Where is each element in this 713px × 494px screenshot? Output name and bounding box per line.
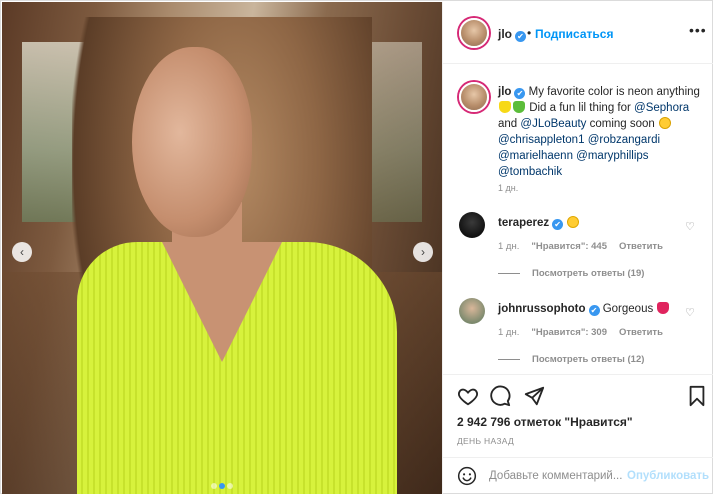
red-heart-emoji-icon xyxy=(657,302,670,314)
author-username[interactable]: jlo ✔ xyxy=(498,27,526,42)
view-replies-button[interactable]: Посмотреть ответы (12) xyxy=(498,354,644,365)
post-date[interactable]: ДЕНЬ НАЗАД xyxy=(457,436,514,446)
photo-neckline xyxy=(162,242,282,362)
post-header: jlo ✔ • Подписаться ••• xyxy=(443,2,713,64)
caption-text-part: Did a fun lil thing for xyxy=(526,102,635,114)
photo-face xyxy=(132,47,252,237)
reply-button[interactable]: Ответить xyxy=(619,241,663,252)
comment-likes-count[interactable]: "Нравится": 309 xyxy=(531,327,607,338)
caption-text: jlo ✔ My favorite color is neon anything … xyxy=(498,84,703,180)
comment-text: Gorgeous xyxy=(602,303,654,315)
carousel-dot xyxy=(227,483,233,489)
post-sidebar: jlo ✔ • Подписаться ••• jlo ✔ My favorite … xyxy=(442,2,713,494)
caption-timestamp[interactable]: 1 дн. xyxy=(498,183,518,193)
author-username-text[interactable]: jlo xyxy=(498,27,512,41)
comment-bubble-icon[interactable] xyxy=(489,385,511,407)
more-options-icon[interactable]: ••• xyxy=(689,22,707,38)
comment-like-heart-icon[interactable]: ♡ xyxy=(685,306,695,319)
add-comment-bar: Опубликовать xyxy=(443,457,713,494)
mention-link[interactable]: @chrisappleton1 xyxy=(498,134,584,146)
carousel-next-button[interactable]: › xyxy=(413,242,433,262)
likes-count[interactable]: 2 942 796 отметок "Нравится" xyxy=(457,415,633,429)
post-photo[interactable]: ‹ › xyxy=(2,2,442,494)
comment-time[interactable]: 1 дн. xyxy=(498,241,519,252)
verified-badge-icon: ✔ xyxy=(515,31,526,42)
follow-button[interactable]: Подписаться xyxy=(535,27,613,41)
heart-eyes-emoji-icon xyxy=(567,216,580,228)
commenter-username[interactable]: teraperez xyxy=(498,217,549,229)
verified-badge-icon: ✔ xyxy=(552,219,564,230)
carousel-dot xyxy=(211,483,217,489)
heart-outline-icon[interactable] xyxy=(457,385,479,407)
mention-link[interactable]: @maryphillips xyxy=(576,150,648,162)
caption-text-part: My favorite color is neon anything xyxy=(525,86,700,98)
carousel-dot-active xyxy=(219,483,225,489)
carousel-prev-button[interactable]: ‹ xyxy=(12,242,32,262)
mention-link[interactable]: @robzangardi xyxy=(588,134,660,146)
smirk-emoji-icon xyxy=(659,117,672,129)
mention-link[interactable]: @Sephora xyxy=(634,102,689,114)
caption-text-part: coming soon xyxy=(586,118,659,130)
view-replies-button[interactable]: Посмотреть ответы (19) xyxy=(498,268,644,279)
comment-body: johnrussophoto ✔ Gorgeous xyxy=(498,302,688,316)
green-heart-icon xyxy=(513,101,525,113)
commenter-avatar[interactable] xyxy=(459,212,485,238)
yellow-heart-icon xyxy=(499,101,511,113)
reply-button[interactable]: Ответить xyxy=(619,327,663,338)
instagram-post-modal: ‹ › jlo ✔ • Подписаться ••• jlo ✔ My favor… xyxy=(0,0,713,494)
carousel-indicator xyxy=(2,480,442,492)
comment-input[interactable] xyxy=(489,467,629,485)
comment-like-heart-icon[interactable]: ♡ xyxy=(685,220,695,233)
comment-meta: 1 дн. "Нравится": 309 Ответить xyxy=(498,327,675,338)
comment-likes-count[interactable]: "Нравится": 445 xyxy=(531,241,607,252)
caption-username[interactable]: jlo xyxy=(498,86,511,98)
caption-avatar[interactable] xyxy=(459,82,489,112)
comment-time[interactable]: 1 дн. xyxy=(498,327,519,338)
publish-comment-button[interactable]: Опубликовать xyxy=(627,470,709,482)
author-avatar[interactable] xyxy=(459,18,489,48)
mention-link[interactable]: @JLoBeauty xyxy=(520,118,586,130)
smiley-icon[interactable] xyxy=(457,466,477,486)
commenter-username[interactable]: johnrussophoto xyxy=(498,303,586,315)
mention-link[interactable]: @marielhaenn xyxy=(498,150,573,162)
commenter-avatar[interactable] xyxy=(459,298,485,324)
bookmark-icon[interactable] xyxy=(686,385,708,407)
mention-link[interactable]: @tombachik xyxy=(498,166,562,178)
verified-badge-icon: ✔ xyxy=(588,305,600,316)
header-separator: • xyxy=(527,26,532,40)
paper-plane-icon[interactable] xyxy=(523,385,545,407)
caption-text-part: and xyxy=(498,118,521,130)
comment-meta: 1 дн. "Нравится": 445 Ответить xyxy=(498,241,675,252)
verified-badge-icon: ✔ xyxy=(514,88,526,99)
comment-body: teraperez ✔ xyxy=(498,216,688,230)
